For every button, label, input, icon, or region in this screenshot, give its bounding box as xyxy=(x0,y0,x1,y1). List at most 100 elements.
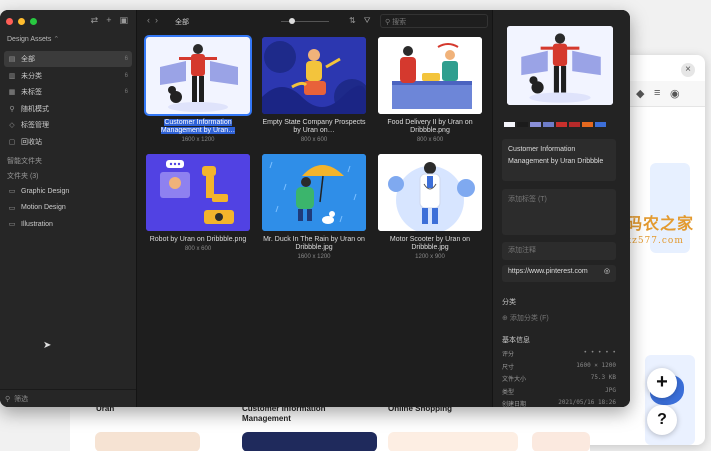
untagged-icon: ▦ xyxy=(8,89,16,96)
sidebar-item-label: 未标签 xyxy=(21,89,42,96)
filter-icon[interactable]: ⛛ xyxy=(364,16,371,26)
folder-graphic-design[interactable]: ▭ Graphic Design xyxy=(4,183,132,199)
close-icon[interactable]: × xyxy=(681,63,695,77)
sidebar-item-trash[interactable]: ▢ 回收站 xyxy=(4,134,132,150)
sidebar-item-label: 标签管理 xyxy=(21,122,49,129)
close-window-button[interactable] xyxy=(6,18,13,25)
back-button[interactable]: ‹ xyxy=(147,15,155,25)
sidebar-item-all[interactable]: ▤ 全部 6 xyxy=(4,51,132,67)
folder-list: ▭ Graphic Design ▭ Motion Design ▭ Illus… xyxy=(4,183,132,233)
sidebar-item-count: 6 xyxy=(124,72,128,79)
asset-name[interactable]: Customer Information Management by Uran… xyxy=(146,119,250,135)
info-key: 评分 xyxy=(502,352,515,358)
tags-input[interactable]: 添加标签 (T) xyxy=(502,189,616,235)
smart-folders-heading[interactable]: 智能文件夹 xyxy=(7,156,42,166)
asset-card[interactable]: Motor Scooter by Uran on Dribbble.jpg 12… xyxy=(378,154,482,260)
asset-thumbnail[interactable] xyxy=(378,154,482,231)
background-thumbnail xyxy=(242,432,377,451)
sidebar-item-tags[interactable]: ◇ 标签管理 xyxy=(4,117,132,133)
sidebar-item-label: 未分类 xyxy=(21,72,42,80)
color-swatch[interactable] xyxy=(556,122,567,127)
asset-thumbnail[interactable] xyxy=(378,37,482,114)
asset-card[interactable]: Food Delivery II by Uran on Dribbble.png… xyxy=(378,37,482,143)
info-value: JPG xyxy=(605,387,616,394)
info-key: 尺寸 xyxy=(502,365,515,371)
sidebar-item-uncategorized[interactable]: ▥ 未分类 6 xyxy=(4,68,132,84)
color-swatch[interactable] xyxy=(543,122,554,127)
asset-thumbnail[interactable] xyxy=(262,154,366,231)
asset-browser: ‹› 全部 ⇅ ⛛ ⚲ 搜索 Customer Information Mana… xyxy=(137,10,492,407)
help-fab-button[interactable]: ? xyxy=(647,405,677,435)
folders-heading[interactable]: 文件夹 (3) xyxy=(7,171,39,181)
forward-button[interactable]: › xyxy=(155,15,163,25)
asset-card[interactable]: Mr. Duck In The Rain by Uran on Dribbble… xyxy=(262,154,366,260)
puzzle-icon[interactable]: ◆ xyxy=(636,87,644,100)
watermark-url: xz577.com xyxy=(626,236,684,246)
sidebar-toggle-icon[interactable]: ▣ xyxy=(119,15,128,26)
asset-card[interactable]: Empty State Company Prospects by Uran on… xyxy=(262,37,366,143)
folder-motion-design[interactable]: ▭ Motion Design xyxy=(4,200,132,216)
sort-icon[interactable]: ⇅ xyxy=(349,16,356,26)
asset-dimensions: 800 x 600 xyxy=(300,137,328,143)
sync-icon[interactable]: ⇄ xyxy=(91,15,99,26)
folder-icon: ▭ xyxy=(8,221,16,228)
color-swatch[interactable] xyxy=(595,122,606,127)
color-swatch[interactable] xyxy=(517,122,528,127)
avatar-icon[interactable]: ◉ xyxy=(670,87,680,100)
add-category-button[interactable]: ⊕ 添加分类 (F) xyxy=(502,313,549,323)
inspector-panel: Customer Information Management by Uran … xyxy=(492,10,630,407)
food-delivery-illustration xyxy=(378,37,482,114)
color-swatch[interactable] xyxy=(569,122,580,127)
search-input[interactable]: ⚲ 搜索 xyxy=(380,14,488,28)
uncategorized-icon: ▥ xyxy=(8,72,16,80)
chevron-updown-icon: ⌃ xyxy=(53,36,60,43)
history-navigation: ‹› xyxy=(147,15,163,25)
random-icon: ⚲ xyxy=(9,105,15,113)
minimize-window-button[interactable] xyxy=(18,18,25,25)
color-swatch[interactable] xyxy=(582,122,593,127)
info-value: 1600 × 1200 xyxy=(576,362,616,369)
asset-name[interactable]: Empty State Company Prospects by Uran on… xyxy=(262,119,366,135)
menu-icon[interactable]: ≡ xyxy=(654,87,660,99)
background-thumbnail xyxy=(388,432,518,451)
slider-handle[interactable] xyxy=(289,18,295,24)
asset-name[interactable]: Robot by Uran on Dribbble.png xyxy=(146,236,250,244)
background-thumbnail xyxy=(532,432,590,451)
info-value: 75.3 KB xyxy=(590,374,616,381)
title-field[interactable]: Customer Information Management by Uran … xyxy=(502,139,616,181)
thumbnail-size-slider[interactable] xyxy=(281,18,329,24)
asset-card[interactable]: Customer Information Management by Uran…… xyxy=(144,35,252,143)
filter-bar[interactable]: ⚲ 筛选 xyxy=(0,389,136,407)
background-thumbnail xyxy=(95,432,200,451)
library-switcher[interactable]: Design Assets ⌃ xyxy=(7,35,59,43)
asset-preview[interactable] xyxy=(507,26,613,105)
asset-thumbnail[interactable] xyxy=(144,35,252,116)
sidebar-item-untagged[interactable]: ▦ 未标签 6 xyxy=(4,84,132,100)
filter-input[interactable]: 筛选 xyxy=(14,394,28,404)
globe-icon[interactable]: ◎ xyxy=(604,266,610,278)
sidebar-item-label: 随机模式 xyxy=(21,105,49,113)
window-controls xyxy=(6,18,37,25)
zoom-window-button[interactable] xyxy=(30,18,37,25)
note-input[interactable]: 添加注释 xyxy=(502,242,616,260)
search-placeholder: 搜索 xyxy=(392,19,407,26)
asset-name[interactable]: Mr. Duck In The Rain by Uran on Dribbble… xyxy=(262,236,366,252)
basic-info-heading: 基本信息 xyxy=(502,337,530,344)
info-row-filesize: 文件大小 75.3 KB xyxy=(502,374,616,383)
url-field[interactable]: https://www.pinterest.com ◎ xyxy=(502,265,616,282)
sidebar-item-count: 6 xyxy=(124,56,128,62)
asset-card[interactable]: Robot by Uran on Dribbble.png 800 x 600 xyxy=(146,154,250,260)
rating-stars[interactable]: • • • • • xyxy=(583,349,616,358)
folder-illustration[interactable]: ▭ Illustration xyxy=(4,216,132,232)
asset-name[interactable]: Food Delivery II by Uran on Dribbble.png xyxy=(378,119,482,135)
sidebar-item-random[interactable]: ⚲ 随机模式 xyxy=(4,101,132,117)
background-page-strip: Uran Customer Information Management Onl… xyxy=(70,400,590,451)
add-fab-button[interactable]: + xyxy=(647,368,677,398)
add-icon[interactable]: + xyxy=(106,15,111,26)
folder-icon: ▭ xyxy=(8,204,16,212)
color-swatch[interactable] xyxy=(504,122,515,127)
asset-thumbnail[interactable] xyxy=(262,37,366,114)
color-swatch[interactable] xyxy=(530,122,541,127)
asset-thumbnail[interactable] xyxy=(146,154,250,231)
asset-name[interactable]: Motor Scooter by Uran on Dribbble.jpg xyxy=(378,236,482,252)
